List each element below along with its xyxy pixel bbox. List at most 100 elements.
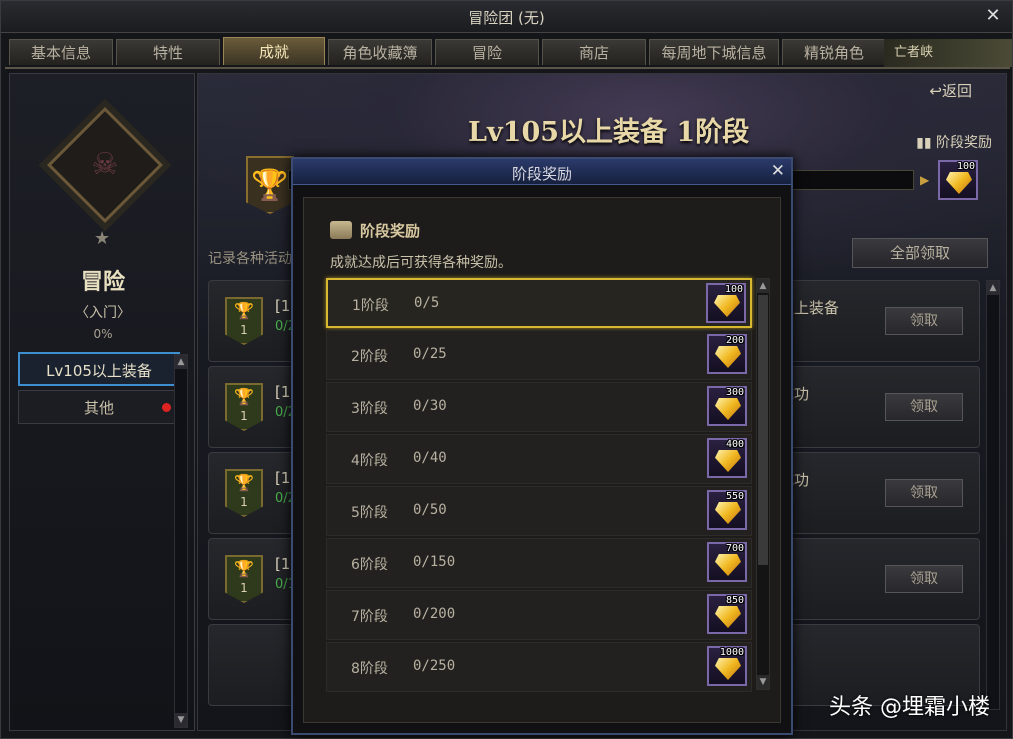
tab-shop[interactable]: 商店 [542, 39, 646, 65]
left-panel: ☠ ★ 冒险 〈入门〉 0% Lv105以上装备 其他 ▲ ▼ [9, 73, 195, 731]
reward-item[interactable]: 400 [707, 438, 747, 478]
tab-basic-info[interactable]: 基本信息 [9, 39, 113, 65]
gift-icon: ▮▮ [916, 135, 932, 151]
stage-reward-dialog: 阶段奖励 ✕ 阶段奖励 成就达成后可获得各种奖励。 1阶段 0/5 100 2阶… [291, 157, 793, 735]
achievement-badge: 🏆 1 [225, 297, 263, 345]
claim-all-button[interactable]: 全部领取 [852, 238, 988, 268]
stage-count: 0/150 [413, 554, 456, 570]
stage-row[interactable]: 8阶段 0/250 1000 [326, 642, 752, 692]
title-bar: 冒险团 (无) ✕ [1, 1, 1012, 33]
stage-label: 3阶段 [351, 401, 388, 417]
scroll-thumb[interactable] [758, 295, 768, 565]
achievement-badge: 🏆 1 [225, 469, 263, 517]
demon-crest-icon: ☠ [91, 147, 119, 182]
reward-item[interactable]: 850 [707, 594, 747, 634]
scroll-up-icon[interactable]: ▲ [987, 281, 999, 295]
section-title-text: 阶段奖励 [360, 222, 421, 240]
stage-row[interactable]: 4阶段 0/40 400 [326, 434, 752, 484]
tab-achievements[interactable]: 成就 [223, 37, 325, 65]
trophy-icon: 🏆 [246, 156, 294, 214]
rank-emblem: ☠ [42, 102, 168, 228]
gem-icon [714, 295, 740, 317]
scroll-down-icon[interactable]: ▼ [757, 675, 769, 689]
reward-count: 700 [725, 543, 744, 554]
stage-list: 1阶段 0/5 100 2阶段 0/25 200 3阶段 0/30 300 4阶… [326, 278, 752, 694]
stage-row[interactable]: 7阶段 0/200 850 [326, 590, 752, 640]
stage-list-scrollbar[interactable]: ▲ ▼ [756, 278, 770, 690]
window-title: 冒险团 (无) [468, 9, 545, 27]
achievement-scrollbar[interactable]: ▲ [986, 280, 1000, 710]
watermark: 头条 @埋霜小楼 [829, 695, 990, 720]
adventure-window: 冒险团 (无) ✕ 基本信息 特性 成就 角色收藏簿 冒险 商店 每周地下城信息… [0, 0, 1013, 739]
tab-divider [5, 67, 1010, 69]
scroll-up-icon[interactable]: ▲ [757, 279, 769, 293]
trophy-icon: 🏆 [234, 473, 254, 492]
stage-title: Lv105以上装备 1阶段 [468, 117, 750, 148]
rank-subtitle: 〈入门〉 [75, 305, 131, 321]
back-button[interactable]: ↩返回 [929, 80, 972, 101]
category-lv105-equipment[interactable]: Lv105以上装备 [18, 352, 180, 386]
badge-number: 1 [240, 409, 248, 423]
gem-icon [715, 554, 741, 576]
tab-corner-banner: 亡者峡 [884, 39, 1012, 67]
category-label: 其他 [83, 399, 114, 417]
claim-button[interactable]: 领取 [885, 307, 963, 335]
section-title: 阶段奖励 [330, 220, 420, 241]
claim-button[interactable]: 领取 [885, 479, 963, 507]
stage-row[interactable]: 1阶段 0/5 100 [326, 278, 752, 328]
scroll-up-icon[interactable]: ▲ [175, 355, 187, 369]
star-icon: ★ [94, 228, 111, 249]
reward-item[interactable]: 100 [706, 283, 746, 323]
reward-item[interactable]: 700 [707, 542, 747, 582]
rank-percent: 0% [93, 327, 113, 341]
claim-button[interactable]: 领取 [885, 393, 963, 421]
category-list: Lv105以上装备 其他 [18, 352, 180, 428]
category-other[interactable]: 其他 [18, 390, 180, 424]
stage-label: 7阶段 [351, 609, 388, 625]
dialog-close-button[interactable]: ✕ [771, 161, 785, 181]
dialog-title-bar: 阶段奖励 ✕ [293, 159, 791, 185]
achievement-badge: 🏆 1 [225, 383, 263, 431]
tab-traits[interactable]: 特性 [116, 39, 220, 65]
stage-row[interactable]: 5阶段 0/50 550 [326, 486, 752, 536]
stage-reward-button[interactable]: ▮▮ 阶段奖励 [916, 132, 992, 152]
claim-button[interactable]: 领取 [885, 565, 963, 593]
arrow-right-icon: ▶ [920, 173, 930, 187]
scroll-down-icon[interactable]: ▼ [175, 713, 187, 727]
reward-item[interactable]: 550 [707, 490, 747, 530]
achievement-description: 记录各种活动 [208, 251, 292, 267]
reward-item[interactable]: 1000 [707, 646, 747, 686]
stage-count: 0/200 [413, 606, 456, 622]
tab-elite-characters[interactable]: 精锐角色 [782, 39, 886, 65]
stage-label: 4阶段 [351, 453, 388, 469]
trophy-icon: 🏆 [234, 559, 254, 578]
tab-collection[interactable]: 角色收藏簿 [328, 39, 432, 65]
stage-row[interactable]: 6阶段 0/150 700 [326, 538, 752, 588]
stage-count: 0/250 [413, 658, 456, 674]
dialog-title: 阶段奖励 [511, 165, 572, 183]
stage-count: 0/50 [413, 502, 447, 518]
stage-count: 0/30 [413, 398, 447, 414]
achievement-badge: 🏆 1 [225, 555, 263, 603]
stage-row[interactable]: 2阶段 0/25 200 [326, 330, 752, 380]
badge-number: 1 [240, 323, 248, 337]
badge-number: 1 [240, 581, 248, 595]
reward-count: 550 [725, 491, 744, 502]
stage-count: 0/40 [413, 450, 447, 466]
rank-title: 冒险 [80, 269, 125, 295]
gem-icon [715, 450, 741, 472]
gem-icon [715, 502, 741, 524]
category-scrollbar[interactable]: ▲ ▼ [174, 354, 188, 728]
stage-row[interactable]: 3阶段 0/30 300 [326, 382, 752, 432]
close-button[interactable]: ✕ [982, 5, 1004, 27]
reward-item[interactable]: 300 [707, 386, 747, 426]
trophy-icon: 🏆 [234, 387, 254, 406]
reward-count: 400 [725, 439, 744, 450]
top-reward-item[interactable]: 100 [938, 160, 978, 200]
stage-reward-label: 阶段奖励 [936, 135, 992, 151]
trophy-icon: 🏆 [234, 301, 254, 320]
tab-adventure[interactable]: 冒险 [435, 39, 539, 65]
reward-item[interactable]: 200 [707, 334, 747, 374]
category-label: Lv105以上装备 [46, 362, 152, 380]
tab-weekly-dungeon[interactable]: 每周地下城信息 [649, 39, 779, 65]
